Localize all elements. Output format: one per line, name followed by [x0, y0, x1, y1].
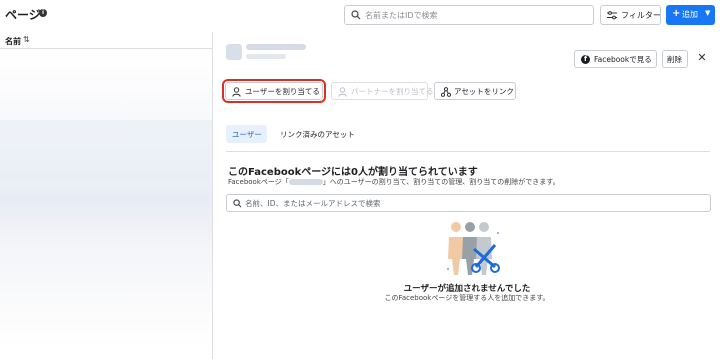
filter-button[interactable]: フィルター	[600, 5, 661, 25]
page-name-redacted	[246, 44, 306, 50]
section-title: このFacebookページには0人が割り当てられています	[228, 167, 478, 178]
user-search-placeholder: 名前、ID、またはメールアドレスで検索	[245, 199, 381, 208]
section-desc-prefix: Facebookページ「	[228, 178, 289, 186]
detail-panel: f Facebookで見る 削除 ✕ ユーザーを割り当てる パートナーを割り当て…	[214, 32, 720, 359]
sort-icon[interactable]: ⇅	[23, 35, 30, 44]
info-icon[interactable]: i	[39, 9, 47, 17]
search-icon	[233, 199, 242, 208]
filter-label: フィルター	[621, 11, 661, 20]
search-placeholder: 名前またはIDで検索	[365, 11, 438, 20]
top-bar: ページ i 名前またはIDで検索 フィルター + 追加 ▼	[0, 0, 720, 32]
close-icon[interactable]: ✕	[695, 51, 709, 65]
name-column-header[interactable]: 名前 ⇅	[0, 32, 213, 49]
page-name-redacted	[288, 179, 323, 185]
page-list: 名前 ⇅	[0, 32, 213, 359]
page-avatar	[226, 44, 242, 60]
view-on-facebook-label: Facebookで見る	[594, 55, 652, 64]
view-on-facebook-button[interactable]: f Facebookで見る	[574, 50, 657, 68]
divider	[226, 151, 710, 152]
search-icon	[351, 10, 361, 20]
assign-partner-label: パートナーを割り当てる	[351, 87, 434, 96]
tab-users[interactable]: ユーザー	[226, 125, 267, 143]
page-title: ページ	[5, 8, 41, 22]
user-search-input[interactable]: 名前、ID、またはメールアドレスで検索	[226, 194, 711, 212]
empty-state-subtitle: このFacebookページを管理する人を追加できます。	[384, 294, 550, 302]
assign-partner-button[interactable]: パートナーを割り当てる	[331, 82, 434, 100]
network-icon	[441, 87, 451, 97]
delete-button[interactable]: 削除	[662, 50, 688, 68]
name-column-label: 名前	[5, 37, 21, 46]
section-desc-suffix: 」へのユーザーの割り当て、割り当ての管理、割り当ての削除ができます。	[322, 178, 560, 186]
search-input[interactable]: 名前またはIDで検索	[344, 5, 594, 25]
people-scissors-illustration	[446, 222, 500, 275]
filter-icon	[607, 11, 617, 20]
person-icon	[338, 87, 347, 97]
blurred-list-items	[0, 50, 212, 350]
section-description: Facebookページ「 」へのユーザーの割り当て、割り当ての管理、割り当ての削除…	[228, 177, 560, 187]
chevron-down-icon: ▼	[705, 9, 711, 17]
person-icon	[232, 87, 241, 97]
page-id-redacted	[246, 54, 286, 59]
assign-user-label: ユーザーを割り当てる	[245, 87, 320, 96]
list-item[interactable]	[0, 120, 212, 180]
plus-icon: +	[672, 8, 681, 19]
tab-linked-assets[interactable]: リンク済みのアセット	[274, 125, 361, 143]
add-button[interactable]: + 追加 ▼	[666, 5, 715, 25]
link-asset-label: アセットをリンク	[454, 87, 514, 96]
facebook-icon: f	[581, 55, 590, 64]
assign-user-button[interactable]: ユーザーを割り当てる	[222, 79, 326, 103]
delete-label: 削除	[667, 55, 682, 64]
add-label: 追加	[682, 10, 698, 19]
link-asset-button[interactable]: アセットをリンク	[434, 82, 516, 100]
app-root: ページ i 名前またはIDで検索 フィルター + 追加 ▼ 名前 ⇅ f Fac…	[0, 0, 720, 359]
